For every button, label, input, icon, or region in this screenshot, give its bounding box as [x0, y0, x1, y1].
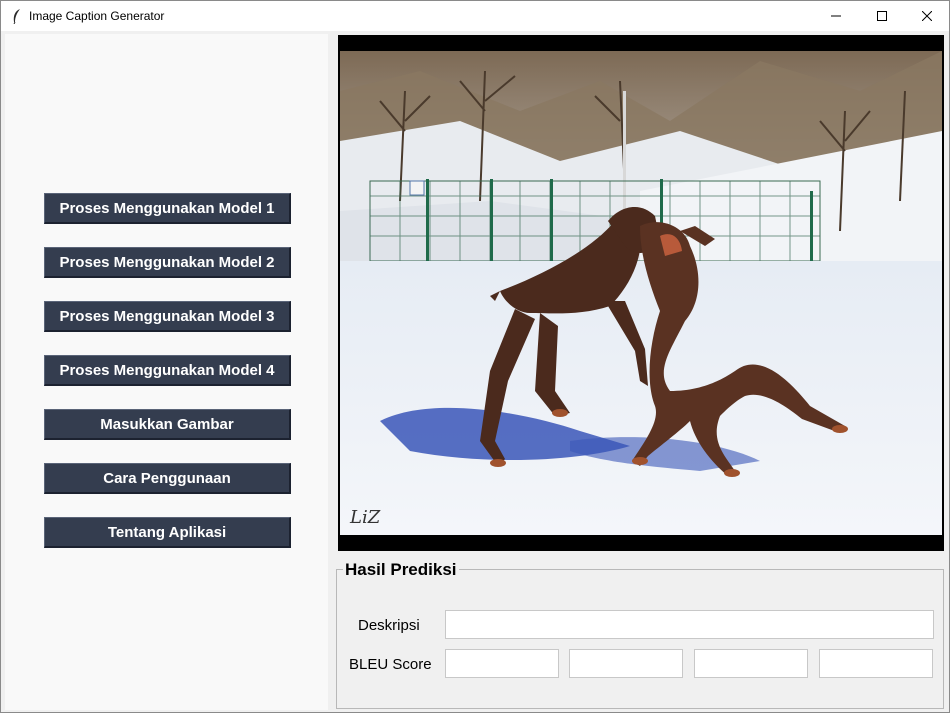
bleu-score-field-2[interactable]: [569, 649, 683, 678]
process-model-4-button[interactable]: Proses Menggunakan Model 4: [44, 355, 291, 386]
bleu-score-field-3[interactable]: [694, 649, 808, 678]
insert-image-button[interactable]: Masukkan Gambar: [44, 409, 291, 440]
results-title: Hasil Prediksi: [343, 560, 459, 580]
window-title: Image Caption Generator: [29, 9, 165, 23]
close-button[interactable]: [904, 1, 950, 31]
maximize-icon: [877, 11, 887, 21]
close-icon: [922, 11, 932, 21]
bleu-score-field-1[interactable]: [445, 649, 559, 678]
prediction-results-group: [336, 569, 944, 709]
sidebar-panel: Proses Menggunakan Model 1 Proses Menggu…: [5, 34, 328, 710]
app-window: Image Caption Generator Proses Menggunak…: [0, 0, 950, 713]
bleu-score-label: BLEU Score: [349, 656, 432, 673]
how-to-use-button[interactable]: Cara Penggunaan: [44, 463, 291, 494]
bleu-score-field-4[interactable]: [819, 649, 933, 678]
description-label: Deskripsi: [358, 617, 420, 634]
process-model-3-button[interactable]: Proses Menggunakan Model 3: [44, 301, 291, 332]
preview-image: LiZ: [340, 51, 942, 535]
about-app-button[interactable]: Tentang Aplikasi: [44, 517, 291, 548]
image-preview-frame: LiZ: [338, 35, 944, 551]
process-model-1-button[interactable]: Proses Menggunakan Model 1: [44, 193, 291, 224]
minimize-button[interactable]: [813, 1, 859, 31]
description-field[interactable]: [445, 610, 934, 639]
minimize-icon: [831, 15, 841, 17]
feather-icon: [13, 9, 20, 24]
process-model-2-button[interactable]: Proses Menggunakan Model 2: [44, 247, 291, 278]
title-bar: Image Caption Generator: [1, 1, 949, 31]
dogs-in-snow-image: LiZ: [340, 51, 942, 535]
maximize-button[interactable]: [859, 1, 905, 31]
watermark-text: LiZ: [349, 507, 381, 528]
